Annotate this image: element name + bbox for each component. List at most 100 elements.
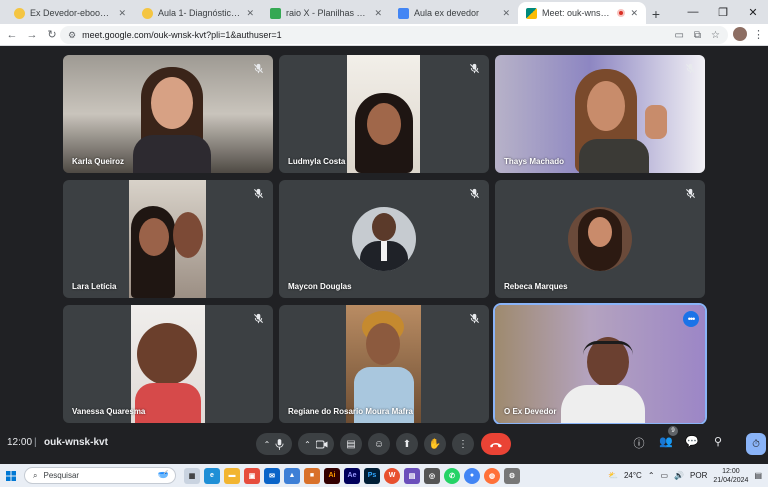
close-tab-icon[interactable]: ✕: [374, 8, 382, 19]
show-hidden-icons[interactable]: ⌃: [648, 471, 655, 480]
chevron-up-icon[interactable]: ⌃: [304, 440, 311, 449]
camera-in-use-icon[interactable]: ▭: [674, 30, 683, 41]
bookmark-star-icon[interactable]: ☆: [711, 30, 720, 41]
participant-tile-self[interactable]: ••• O Ex Devedor: [493, 303, 707, 425]
mail-icon[interactable]: ✉: [264, 467, 280, 484]
close-tab-icon[interactable]: ✕: [502, 8, 510, 19]
close-window-button[interactable]: ✕: [738, 0, 768, 24]
aula-tab-icon: [142, 7, 153, 19]
browser-tab-aula1[interactable]: Aula 1- Diagnóstico Financeiro ✕: [134, 2, 262, 24]
windows-start-button[interactable]: [0, 464, 22, 487]
participant-name: Maycon Douglas: [288, 282, 352, 291]
video-feed: [131, 305, 205, 423]
video-feed: [63, 55, 273, 173]
weather-temp[interactable]: 24°C: [624, 471, 642, 480]
site-info-icon[interactable]: ⚙: [68, 30, 76, 41]
activities-icon[interactable]: ⚲: [709, 435, 727, 448]
muted-mic-icon: [467, 61, 481, 75]
people-icon[interactable]: 👥: [657, 435, 675, 448]
url-text: meet.google.com/ouk-wnsk-kvt?pli=1&authu…: [82, 30, 282, 40]
video-feed: [346, 305, 421, 423]
mic-icon: [275, 438, 284, 450]
task-view-icon[interactable]: ▦: [184, 467, 200, 484]
raise-hand-button[interactable]: ✋: [424, 433, 446, 455]
tab-label: Aula ex devedor: [414, 8, 480, 18]
host-controls-button[interactable]: ⏱: [746, 433, 766, 455]
search-highlight-icon: 🥣: [157, 469, 169, 479]
maximize-button[interactable]: ❐: [708, 0, 738, 24]
more-options-button[interactable]: ⋮: [452, 433, 474, 455]
video-feed: [495, 55, 705, 173]
tab-label: Aula 1- Diagnóstico Financeiro: [158, 8, 241, 18]
participant-tile[interactable]: Regiane do Rosario Moura Mafra: [279, 305, 489, 423]
participant-tile[interactable]: Maycon Douglas: [279, 180, 489, 298]
close-tab-icon[interactable]: ✕: [246, 8, 254, 19]
browser-tab-sheets[interactable]: raio X - Planilhas Google ✕: [262, 2, 390, 24]
profile-avatar[interactable]: [733, 27, 747, 41]
clock-date: 21/04/2024: [713, 476, 749, 484]
browser-menu-icon[interactable]: ⋮: [753, 28, 764, 41]
volume-icon[interactable]: 🔊: [674, 471, 684, 480]
close-tab-icon[interactable]: ✕: [630, 8, 638, 19]
back-button[interactable]: ←: [2, 29, 22, 41]
open-in-app-icon[interactable]: ⧉: [694, 30, 701, 41]
participant-name: Karla Queiroz: [72, 157, 125, 166]
participant-tile[interactable]: Karla Queiroz: [63, 55, 273, 173]
edge-icon[interactable]: e: [204, 467, 220, 484]
photoshop-icon[interactable]: Ps: [364, 467, 380, 484]
url-field[interactable]: ⚙ meet.google.com/ouk-wnsk-kvt?pli=1&aut…: [60, 26, 728, 44]
end-call-icon: [490, 442, 502, 447]
camera-app-icon[interactable]: ◎: [424, 467, 440, 484]
leave-call-button[interactable]: [481, 433, 511, 455]
minimize-button[interactable]: —: [678, 0, 708, 24]
taskbar-clock[interactable]: 12:00 21/04/2024: [713, 467, 748, 485]
app-purple-icon[interactable]: ▤: [404, 467, 420, 484]
muted-mic-icon: [251, 311, 265, 325]
meeting-clock: 12:00: [7, 437, 33, 448]
reload-button[interactable]: ↻: [42, 28, 62, 41]
forward-button[interactable]: →: [22, 29, 42, 41]
participant-tile[interactable]: Lara Letícia: [63, 180, 273, 298]
office-icon[interactable]: W: [384, 467, 400, 484]
clock-time: 12:00: [722, 467, 740, 475]
participant-name: Regiane do Rosario Moura Mafra: [288, 407, 413, 416]
participant-tile[interactable]: Rebeca Marques: [495, 180, 705, 298]
browser-tab-aula-ex[interactable]: Aula ex devedor ✕: [390, 2, 518, 24]
mic-toggle-button[interactable]: ⌃: [256, 433, 292, 455]
participant-tile[interactable]: Ludmyla Costa: [279, 55, 489, 173]
meeting-info-icon[interactable]: ⓘ: [630, 435, 648, 451]
muted-mic-icon: [251, 186, 265, 200]
muted-mic-icon: [251, 61, 265, 75]
store-icon[interactable]: ▣: [244, 467, 260, 484]
close-tab-icon[interactable]: ✕: [118, 8, 126, 19]
after-effects-icon[interactable]: Ae: [344, 467, 360, 484]
settings-icon[interactable]: ⚙: [504, 467, 520, 484]
more-options-icon[interactable]: •••: [683, 311, 699, 327]
chrome-icon[interactable]: ●: [464, 467, 480, 484]
windows-taskbar: ⌕ Pesquisar 🥣 ▦ e ▬ ▣ ✉ ▲ ■ Ai Ae Ps W ▤…: [0, 464, 768, 487]
network-icon[interactable]: ▭: [661, 471, 669, 480]
present-screen-button[interactable]: ⬆: [396, 433, 418, 455]
participant-name: O Ex Devedor: [504, 407, 557, 416]
participant-tile[interactable]: Thays Machado: [495, 55, 705, 173]
emoji-reaction-button[interactable]: ☺: [368, 433, 390, 455]
browser-tab-ebook[interactable]: Ex Devedor-ebook.pdf - Ex De ✕: [6, 2, 134, 24]
browser-tab-meet[interactable]: Meet: ouk-wnsk-kvt ✕: [518, 2, 646, 24]
photos-icon[interactable]: ▲: [284, 467, 300, 484]
app-icon[interactable]: ■: [304, 467, 320, 484]
notifications-icon[interactable]: ▤: [754, 471, 762, 480]
taskbar-apps: ▦ e ▬ ▣ ✉ ▲ ■ Ai Ae Ps W ▤ ◎ ✆ ● ◍ ⚙: [184, 467, 520, 484]
firefox-icon[interactable]: ◍: [484, 467, 500, 484]
new-tab-button[interactable]: +: [646, 4, 666, 24]
taskbar-search-field[interactable]: ⌕ Pesquisar 🥣: [24, 467, 176, 484]
whatsapp-icon[interactable]: ✆: [444, 467, 460, 484]
tab-label: Ex Devedor-ebook.pdf - Ex De: [30, 8, 114, 18]
chat-icon[interactable]: 💬: [683, 435, 701, 448]
illustrator-icon[interactable]: Ai: [324, 467, 340, 484]
language-indicator[interactable]: POR: [690, 471, 707, 480]
chevron-up-icon[interactable]: ⌃: [264, 440, 271, 449]
file-explorer-icon[interactable]: ▬: [224, 467, 240, 484]
captions-button[interactable]: ▤: [340, 433, 362, 455]
participant-tile[interactable]: Vanessa Quaresma: [63, 305, 273, 423]
camera-toggle-button[interactable]: ⌃: [298, 433, 334, 455]
